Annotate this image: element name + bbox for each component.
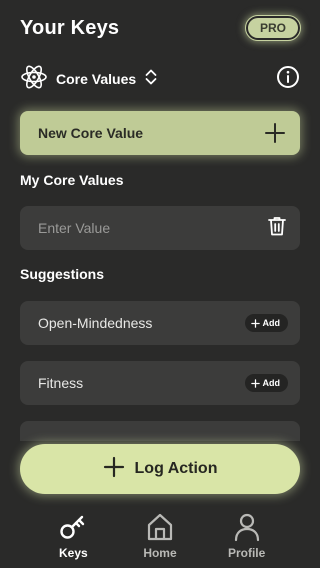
suggestion-item: Fitness Add [20, 361, 300, 405]
header: Your Keys PRO [20, 14, 302, 42]
nav-item-profile[interactable]: Profile [217, 508, 277, 568]
key-icon [58, 512, 88, 542]
page-title: Your Keys [20, 16, 120, 39]
add-suggestion-button[interactable]: Add [244, 374, 288, 392]
nav-item-home[interactable]: Home [130, 508, 190, 568]
plus-icon [250, 318, 260, 328]
new-core-value-label: New Core Value [38, 125, 144, 141]
new-core-value-button[interactable]: New Core Value [20, 111, 300, 155]
suggestion-item-partial [20, 421, 300, 441]
log-action-label: Log Action [134, 460, 218, 477]
atom-icon [20, 63, 48, 96]
suggestion-item: Open-Mindedness Add [20, 301, 300, 345]
pro-badge[interactable]: PRO [244, 15, 302, 41]
nav-label-profile: Profile [227, 546, 266, 560]
plus-icon [250, 378, 260, 388]
person-icon [232, 512, 262, 542]
plus-icon [264, 122, 286, 144]
key-type-selector-row: Core Values [20, 64, 300, 94]
keys-screen: Your Keys PRO Core Values New Core Value… [0, 0, 320, 568]
chevron-up-down-icon [144, 68, 158, 91]
suggestion-label: Open-Mindedness [38, 315, 153, 331]
add-label: Add [262, 318, 281, 328]
nav-label-keys: Keys [58, 546, 88, 560]
add-suggestion-button[interactable]: Add [244, 314, 288, 332]
value-input[interactable] [38, 220, 266, 236]
selector-label: Core Values [56, 71, 137, 87]
info-button[interactable] [276, 65, 300, 94]
plus-icon [103, 456, 125, 483]
nav-label-home: Home [143, 546, 177, 560]
suggestion-label: Fitness [38, 375, 84, 391]
info-icon [276, 65, 300, 94]
bottom-nav: Keys Home Profile [0, 508, 320, 568]
my-core-values-title: My Core Values [20, 172, 124, 188]
nav-item-keys[interactable]: Keys [43, 508, 103, 568]
add-label: Add [262, 378, 281, 388]
value-input-container [20, 206, 300, 250]
delete-button[interactable] [266, 216, 288, 241]
trash-icon [268, 216, 286, 241]
home-icon [145, 512, 175, 542]
log-action-button[interactable]: Log Action [20, 444, 300, 494]
suggestions-title: Suggestions [20, 266, 105, 282]
key-type-selector[interactable]: Core Values [20, 63, 158, 96]
